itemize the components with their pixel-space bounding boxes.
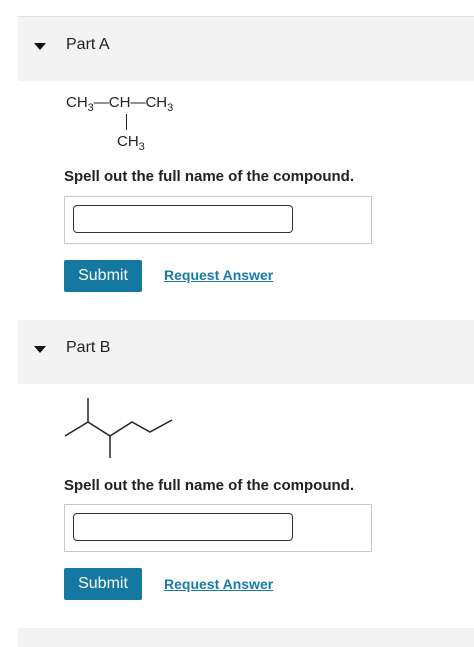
- caret-down-icon[interactable]: [34, 346, 46, 353]
- formula-center-group: CH: [108, 94, 131, 111]
- formula-left-group: CH3: [66, 94, 94, 114]
- main-chain-bonds: [64, 419, 173, 437]
- next-part-header-partial: [18, 628, 474, 647]
- part-a-request-answer-link[interactable]: Request Answer: [164, 267, 273, 283]
- formula-vertical-bond: [126, 114, 127, 130]
- part-a-title: Part A: [66, 36, 110, 53]
- part-a-answer-box: [64, 196, 372, 244]
- part-a-submit-button[interactable]: Submit: [64, 260, 142, 292]
- part-b-submit-button[interactable]: Submit: [64, 568, 142, 600]
- part-b-header[interactable]: Part B: [18, 320, 474, 384]
- part-b-skeletal-structure: [64, 398, 173, 458]
- formula-bond-left: —: [93, 94, 109, 111]
- caret-down-icon[interactable]: [34, 43, 46, 50]
- part-a-answer-input[interactable]: [73, 205, 293, 233]
- part-b-request-answer-link[interactable]: Request Answer: [164, 576, 273, 592]
- formula-right-group: CH3: [145, 94, 174, 114]
- part-b-prompt: Spell out the full name of the compound.: [64, 477, 354, 494]
- part-b-title: Part B: [66, 339, 111, 356]
- part-b-answer-input[interactable]: [73, 513, 293, 541]
- part-b-answer-box: [64, 504, 372, 552]
- part-a-header[interactable]: Part A: [18, 17, 474, 81]
- formula-branch-group: CH3: [117, 133, 145, 153]
- formula-bond-right: —: [130, 94, 146, 111]
- part-a-prompt: Spell out the full name of the compound.: [64, 168, 354, 185]
